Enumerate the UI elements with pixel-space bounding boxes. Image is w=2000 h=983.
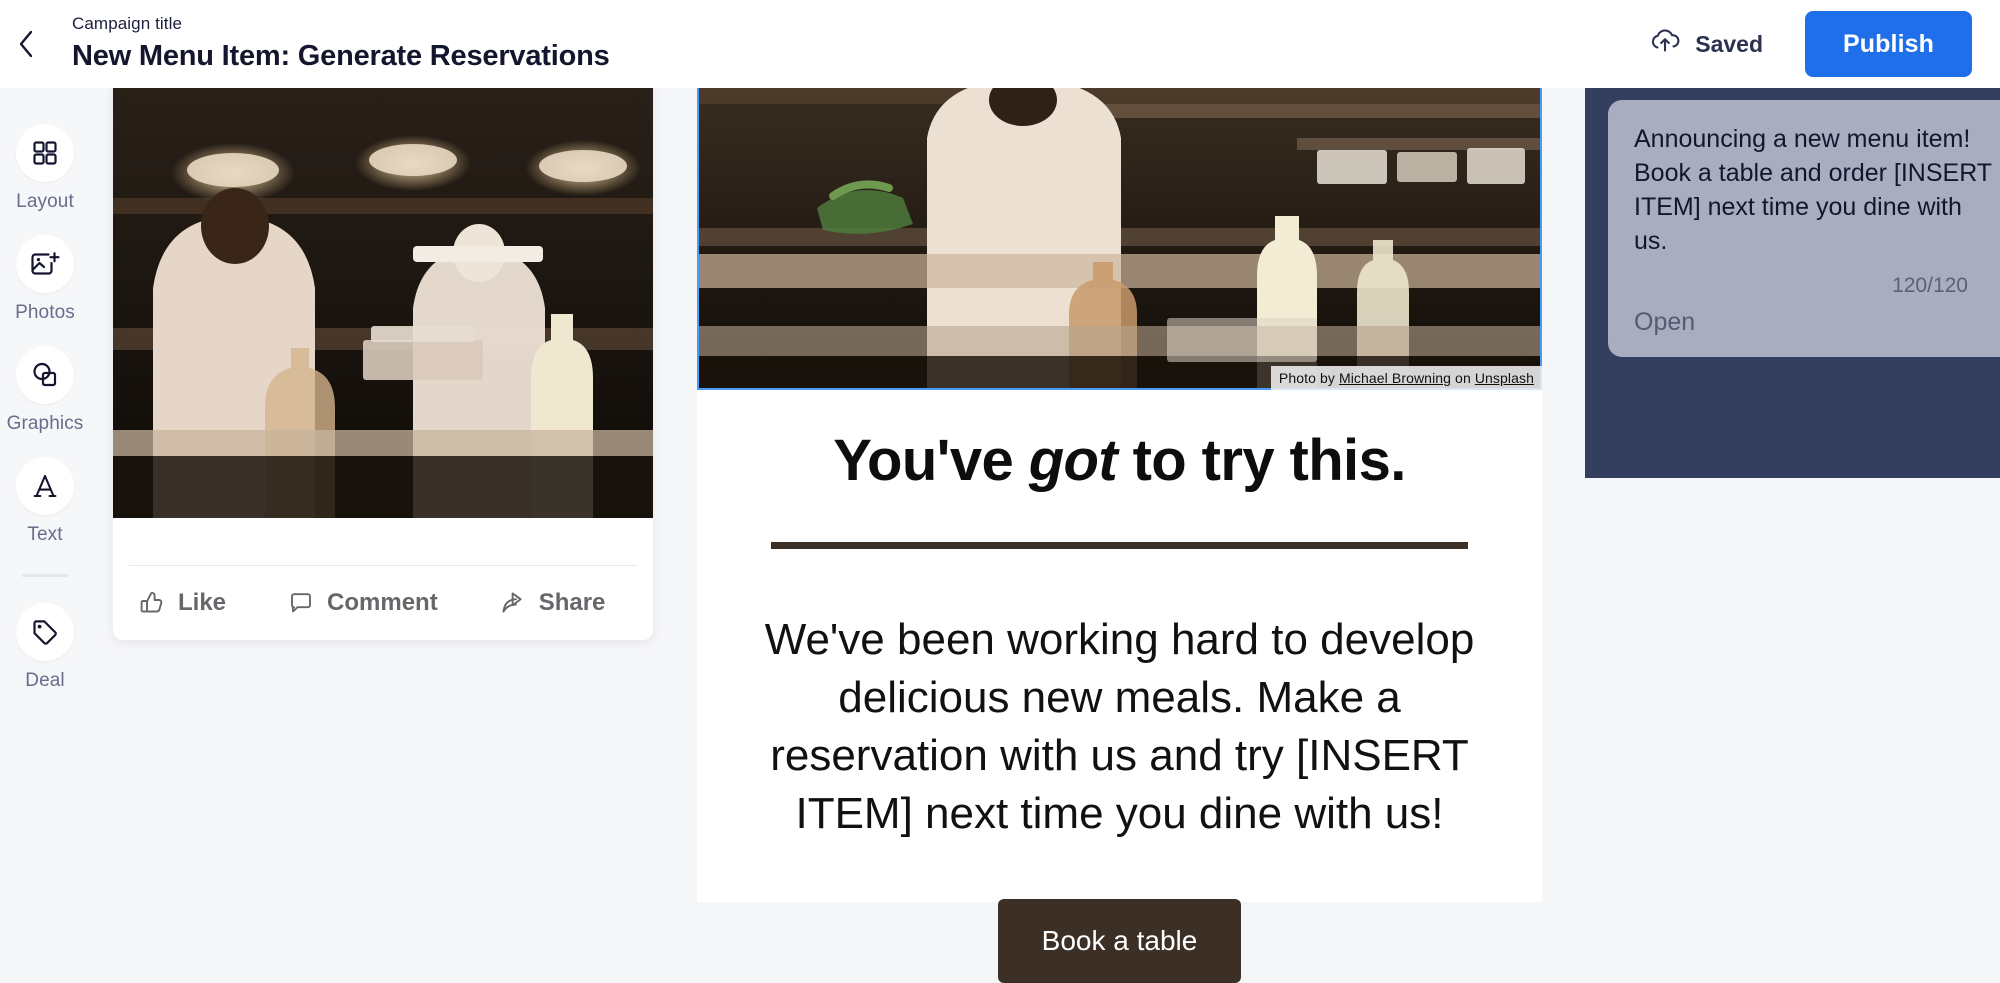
sidebar-item-label: Graphics [6, 413, 84, 434]
headline-part-after: to try this. [1117, 428, 1407, 493]
letter-a-icon [16, 457, 74, 515]
title-group: Campaign title New Menu Item: Generate R… [72, 13, 1648, 75]
saved-label: Saved [1695, 30, 1764, 57]
book-a-table-button[interactable]: Book a table [997, 899, 1242, 983]
sidebar-item-layout[interactable]: Layout [0, 124, 90, 213]
credit-prefix: Photo by [1278, 370, 1339, 386]
top-bar-actions: Saved Publish [1648, 11, 1972, 77]
tag-icon [16, 603, 74, 661]
saved-status[interactable]: Saved [1648, 28, 1763, 60]
canvas-body-text[interactable]: We've been working hard to develop delic… [747, 611, 1492, 843]
character-counter: 120/120 [1892, 274, 1968, 297]
canvas-hero-image[interactable]: Photo by Michael Browning on Unsplash [697, 78, 1542, 390]
sidebar-divider [22, 574, 68, 577]
caption-panel: Announcing a new menu item! Book a table… [1585, 88, 2000, 478]
publish-button[interactable]: Publish [1805, 11, 1972, 77]
kitchen-photo-left [113, 78, 653, 518]
design-canvas[interactable]: Photo by Michael Browning on Unsplash Yo… [697, 78, 1542, 983]
chevron-left-icon [16, 28, 36, 60]
caption-card[interactable]: Announcing a new menu item! Book a table… [1608, 100, 2000, 357]
thumbs-up-icon [139, 590, 165, 616]
sidebar-item-photos[interactable]: Photos [0, 235, 90, 324]
share-label: Share [538, 589, 606, 616]
kitchen-photo-center [697, 78, 1542, 390]
shapes-icon [16, 346, 74, 404]
canvas-headline[interactable]: You've got to try this. [747, 428, 1492, 494]
sidebar-item-graphics[interactable]: Graphics [0, 346, 90, 435]
grid-icon [16, 124, 74, 182]
top-bar: Campaign title New Menu Item: Generate R… [0, 0, 2000, 88]
credit-middle: on [1451, 370, 1475, 386]
comment-label: Comment [327, 589, 438, 616]
credit-photographer-link[interactable]: Michael Browning [1339, 370, 1451, 386]
headline-part-before: You've [833, 428, 1029, 493]
tool-sidebar: Layout Photos Graphics Text Deal [0, 88, 90, 902]
headline-emphasis: got [1028, 428, 1118, 493]
sidebar-item-text[interactable]: Text [0, 457, 90, 546]
like-button[interactable]: Like [139, 589, 226, 617]
cloud-upload-icon [1648, 28, 1682, 60]
open-label[interactable]: Open [1634, 308, 2000, 337]
sidebar-item-label: Layout [16, 191, 74, 212]
caption-text[interactable]: Announcing a new menu item! Book a table… [1634, 122, 2000, 258]
sidebar-item-deal[interactable]: Deal [0, 603, 90, 692]
sidebar-item-label: Photos [15, 302, 75, 323]
like-label: Like [178, 589, 227, 616]
image-add-icon [16, 235, 74, 293]
speech-bubble-icon [288, 590, 314, 616]
facebook-post-preview[interactable]: Like Comment Share [113, 78, 653, 640]
comment-button[interactable]: Comment [288, 589, 438, 617]
facebook-action-bar: Like Comment Share [113, 518, 653, 640]
back-button[interactable] [4, 22, 48, 66]
canvas-divider-rule[interactable] [771, 542, 1468, 549]
sidebar-item-label: Deal [25, 670, 65, 691]
canvas-content: You've got to try this. We've been worki… [697, 428, 1542, 983]
sidebar-item-label: Text [27, 524, 63, 545]
share-button[interactable]: Share [500, 589, 606, 617]
share-arrow-icon [500, 590, 526, 616]
facebook-action-row: Like Comment Share [113, 566, 653, 640]
page-title[interactable]: New Menu Item: Generate Reservations [72, 37, 1648, 75]
photo-credit: Photo by Michael Browning on Unsplash [1270, 366, 1542, 390]
facebook-post-image[interactable] [113, 78, 653, 518]
credit-source-link[interactable]: Unsplash [1475, 370, 1534, 386]
campaign-title-label: Campaign title [72, 14, 183, 33]
